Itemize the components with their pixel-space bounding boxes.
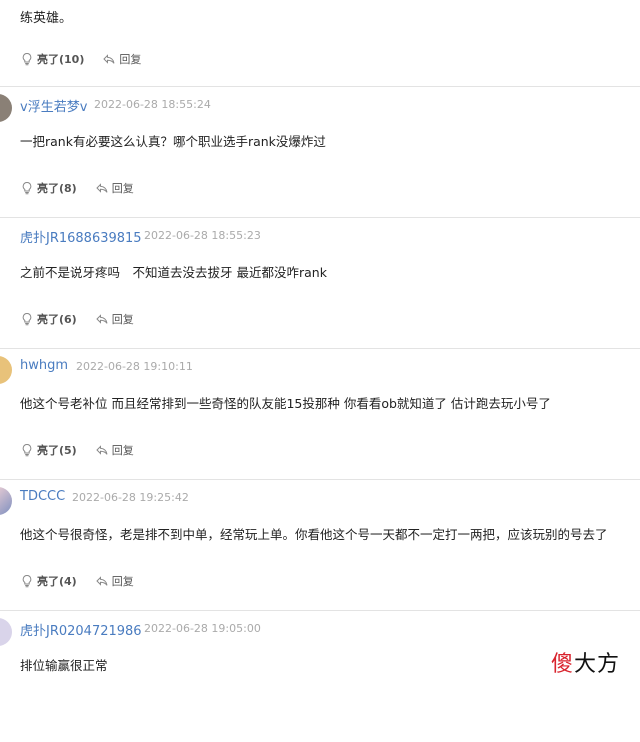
light-bulb-icon	[22, 181, 32, 195]
comment-item: 虎扑JR0204721986 2022-06-28 19:05:00 排位输赢很…	[0, 610, 640, 742]
like-count: 亮了(4)	[37, 575, 77, 588]
reply-arrow-icon	[96, 576, 108, 586]
avatar[interactable]	[0, 487, 12, 515]
comment-actions: 亮了(5) 回复	[20, 442, 134, 458]
like-button[interactable]: 亮了(8)	[20, 180, 77, 196]
comment-actions: 亮了(8) 回复	[20, 180, 134, 196]
light-bulb-icon	[22, 312, 32, 326]
comment-item: v浮生若梦v 2022-06-28 18:55:24 一把rank有必要这么认真…	[0, 86, 640, 218]
comment-item: 虎扑JR1688639815 2022-06-28 18:55:23 之前不是说…	[0, 217, 640, 349]
comment-content: 他这个号老补位 而且经常排到一些奇怪的队友能15投那种 你看看ob就知道了 估计…	[20, 396, 551, 411]
comment-content: 他这个号很奇怪，老是排不到中单，经常玩上单。你看他这个号一天都不一定打一两把，应…	[20, 527, 608, 542]
reply-label: 回复	[111, 575, 134, 588]
watermark-part2: 大方	[573, 652, 620, 677]
comment-time: 2022-06-28 18:55:24	[94, 98, 211, 111]
comment-actions: 亮了(4) 回复	[20, 573, 134, 589]
light-bulb-icon	[22, 52, 32, 66]
reply-label: 回复	[119, 53, 142, 66]
reply-label: 回复	[111, 444, 134, 457]
reply-arrow-icon	[96, 183, 108, 193]
reply-arrow-icon	[96, 445, 108, 455]
comment-item: TDCCC 2022-06-28 19:25:42 他这个号很奇怪，老是排不到中…	[0, 479, 640, 611]
like-button[interactable]: 亮了(6)	[20, 311, 77, 327]
watermark-part1: 傻	[550, 652, 574, 677]
like-count: 亮了(5)	[37, 444, 77, 457]
avatar[interactable]	[0, 356, 12, 384]
comment-time: 2022-06-28 19:10:11	[76, 360, 193, 373]
reply-label: 回复	[111, 313, 134, 326]
light-bulb-icon	[22, 574, 32, 588]
comment-content: 排位输赢很正常	[20, 658, 108, 673]
comment-content: 一把rank有必要这么认真？哪个职业选手rank没爆炸过	[20, 134, 326, 149]
like-count: 亮了(10)	[37, 53, 85, 66]
like-button[interactable]: 亮了(5)	[20, 442, 77, 458]
reply-button[interactable]: 回复	[95, 180, 134, 196]
reply-button[interactable]: 回复	[102, 51, 141, 67]
reply-button[interactable]: 回复	[95, 442, 134, 458]
comment-time: 2022-06-28 19:25:42	[72, 491, 189, 504]
light-bulb-icon	[22, 443, 32, 457]
comment-actions: 亮了(10) 回复	[20, 51, 141, 67]
comment-time: 2022-06-28 19:05:00	[144, 622, 261, 635]
watermark-logo: 傻大方	[551, 646, 620, 678]
username[interactable]: hwhgm	[20, 358, 68, 373]
comment-content: 之前不是说牙疼吗 不知道去没去拔牙 最近都没咋rank	[20, 265, 327, 280]
comment-actions: 亮了(6) 回复	[20, 311, 134, 327]
like-count: 亮了(8)	[37, 182, 77, 195]
like-button[interactable]: 亮了(10)	[20, 51, 84, 67]
avatar[interactable]	[0, 618, 12, 646]
reply-button[interactable]: 回复	[95, 311, 134, 327]
username[interactable]: 虎扑JR1688639815	[20, 227, 142, 246]
avatar[interactable]	[0, 94, 12, 122]
reply-button[interactable]: 回复	[95, 573, 134, 589]
like-count: 亮了(6)	[37, 313, 77, 326]
username[interactable]: 虎扑JR0204721986	[20, 620, 142, 639]
comment-time: 2022-06-28 18:55:23	[144, 229, 261, 242]
comment-item: hwhgm 2022-06-28 19:10:11 他这个号老补位 而且经常排到…	[0, 348, 640, 480]
comment-content: 练英雄。	[20, 11, 73, 26]
username[interactable]: TDCCC	[20, 489, 65, 504]
reply-arrow-icon	[96, 314, 108, 324]
like-button[interactable]: 亮了(4)	[20, 573, 77, 589]
username[interactable]: v浮生若梦v	[20, 96, 87, 115]
reply-arrow-icon	[103, 54, 115, 64]
reply-label: 回复	[111, 182, 134, 195]
